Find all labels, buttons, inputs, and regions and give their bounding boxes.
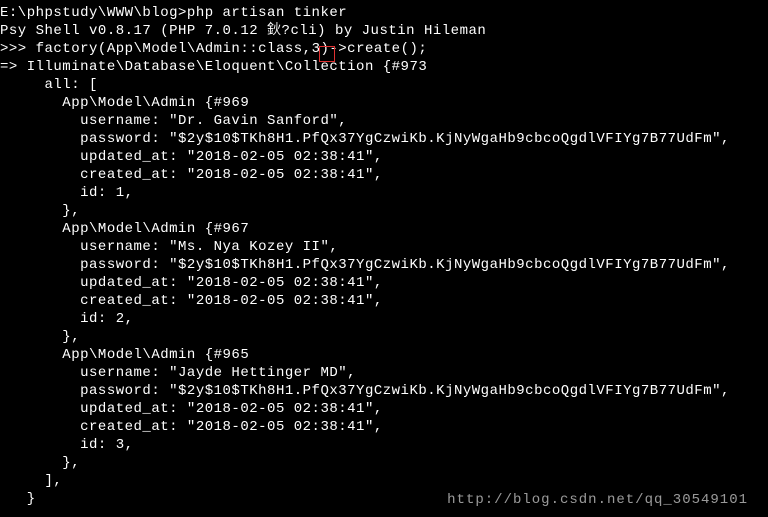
record-0-updated_line: updated_at: "2018-02-05 02:38:41", [0,148,768,166]
watermark: http://blog.csdn.net/qq_30549101 [447,491,748,509]
output-all-open: all: [ [0,76,768,94]
record-0-password_line: password: "$2y$10$TKh8H1.PfQx37YgCzwiKb.… [0,130,768,148]
record-2-header: App\Model\Admin {#965 [0,346,768,364]
record-0-id_line: id: 1, [0,184,768,202]
record-2-username_line: username: "Jayde Hettinger MD", [0,364,768,382]
record-1-header: App\Model\Admin {#967 [0,220,768,238]
record-2-password_line: password: "$2y$10$TKh8H1.PfQx37YgCzwiKb.… [0,382,768,400]
command-line: >>> factory(App\Model\Admin::class,3)->c… [0,40,768,58]
prompt-line: E:\phpstudy\WWW\blog>php artisan tinker [0,4,768,22]
record-2-created_line: created_at: "2018-02-05 02:38:41", [0,418,768,436]
command-post: )->create(); [320,41,427,57]
command-pre: >>> factory(App\Model\Admin::class, [0,41,312,57]
record-1-created_line: created_at: "2018-02-05 02:38:41", [0,292,768,310]
record-2-close: }, [0,454,768,472]
terminal-output: E:\phpstudy\WWW\blog>php artisan tinker … [0,4,768,508]
output-array-close: ], [0,472,768,490]
record-1-password_line: password: "$2y$10$TKh8H1.PfQx37YgCzwiKb.… [0,256,768,274]
record-1-close: }, [0,328,768,346]
record-1-username_line: username: "Ms. Nya Kozey II", [0,238,768,256]
record-2-updated_line: updated_at: "2018-02-05 02:38:41", [0,400,768,418]
shell-banner: Psy Shell v0.8.17 (PHP 7.0.12 鈥?cli) by … [0,22,768,40]
record-0-close: }, [0,202,768,220]
record-0-header: App\Model\Admin {#969 [0,94,768,112]
output-collection-open: => Illuminate\Database\Eloquent\Collecti… [0,58,768,76]
record-2-id_line: id: 3, [0,436,768,454]
record-1-updated_line: updated_at: "2018-02-05 02:38:41", [0,274,768,292]
record-0-username_line: username: "Dr. Gavin Sanford", [0,112,768,130]
record-1-id_line: id: 2, [0,310,768,328]
record-0-created_line: created_at: "2018-02-05 02:38:41", [0,166,768,184]
